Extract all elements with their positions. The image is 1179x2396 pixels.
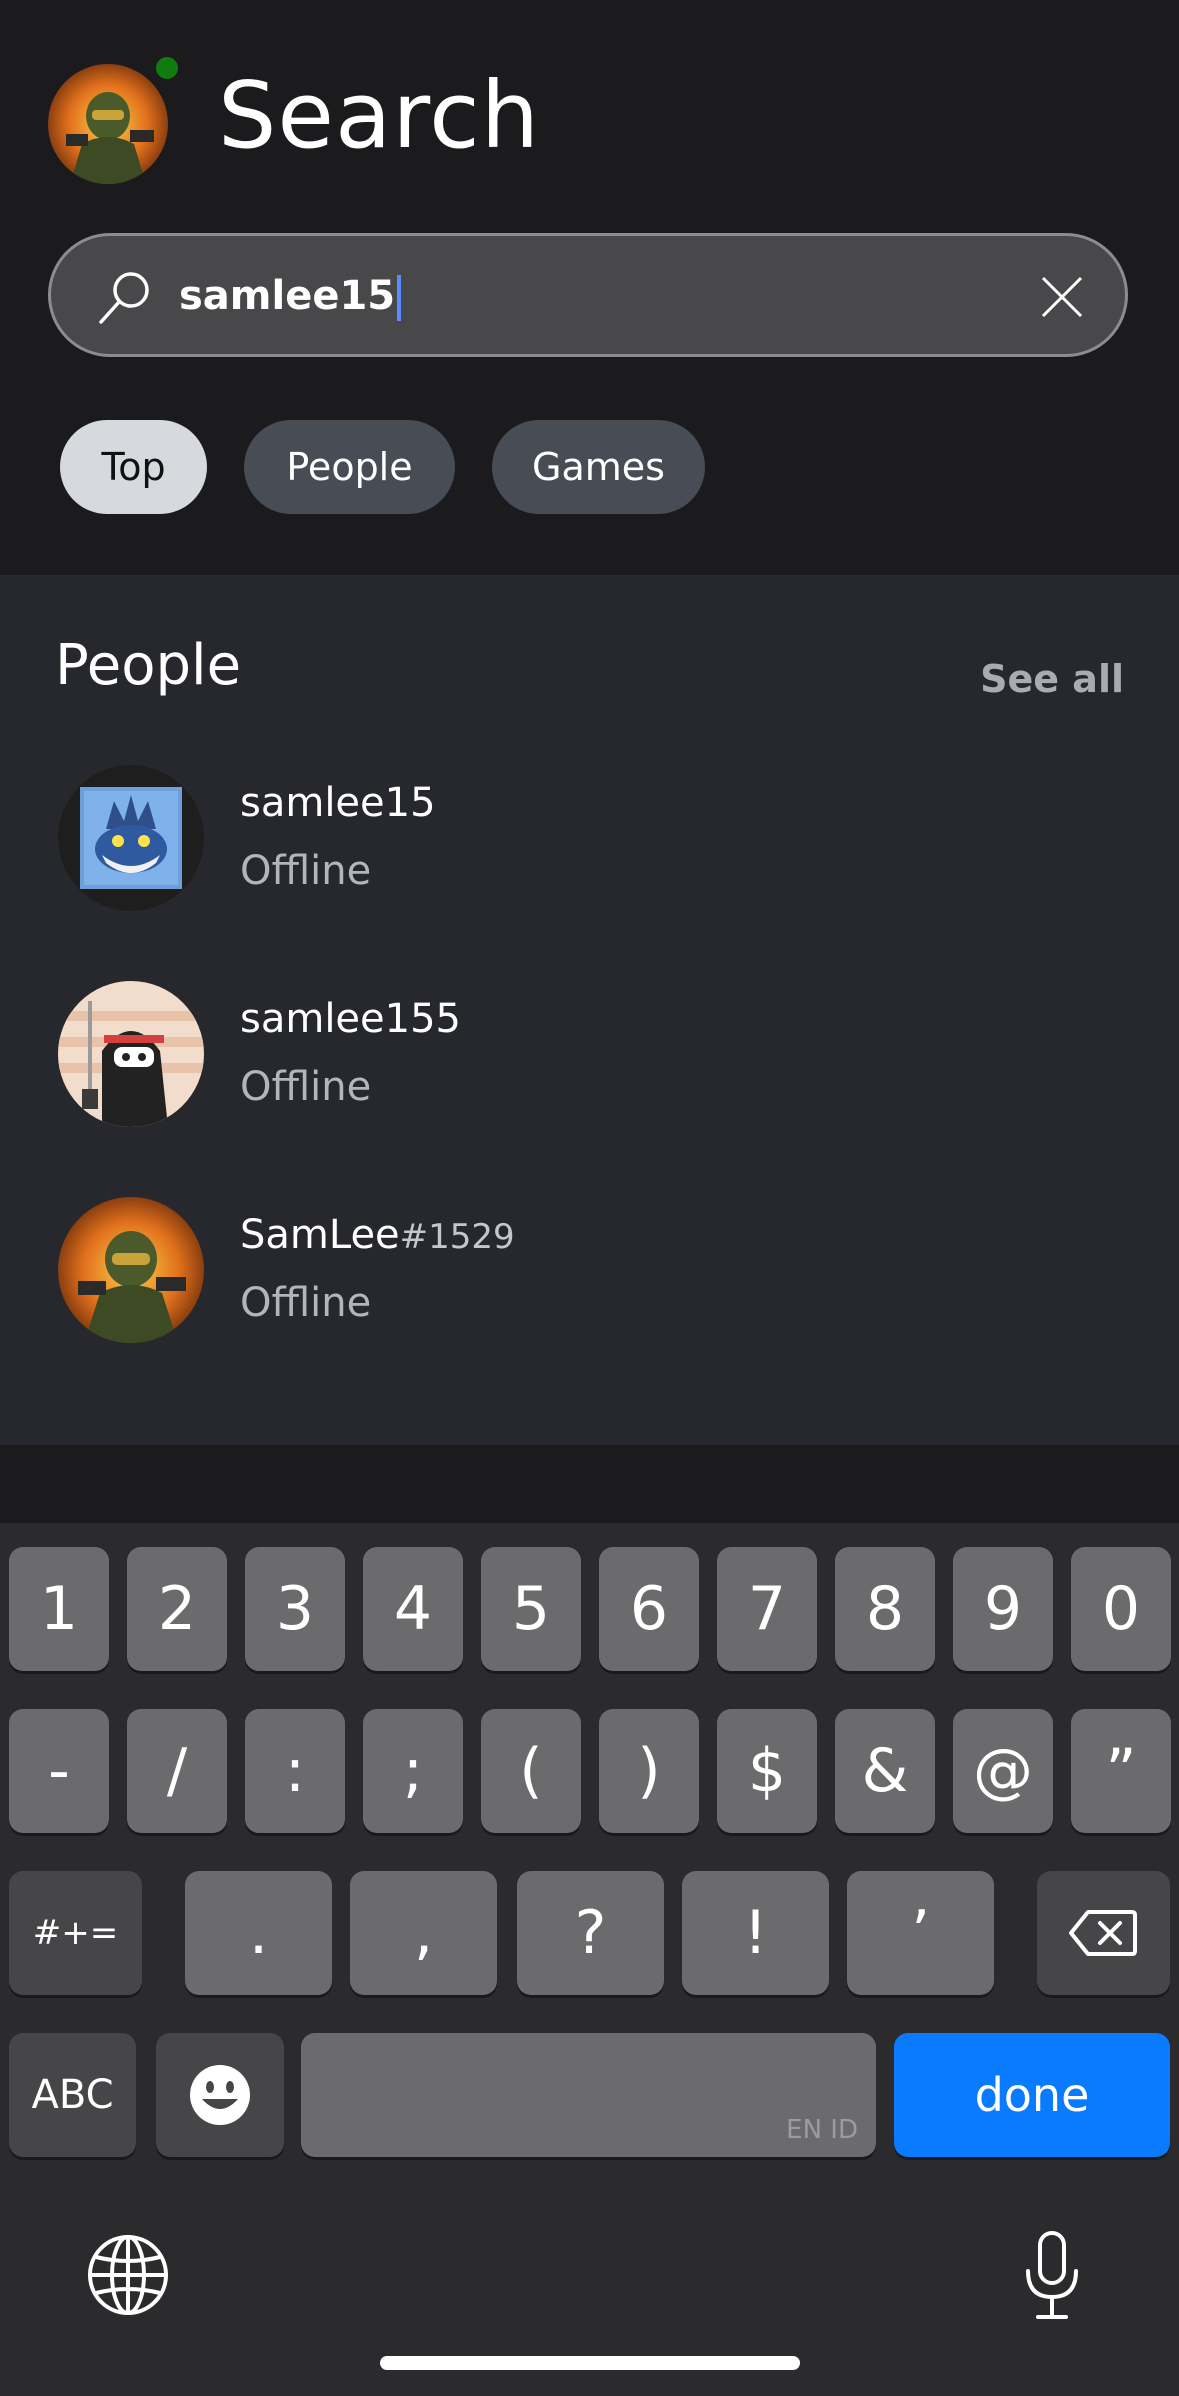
search-bar[interactable]: samlee15 bbox=[48, 233, 1128, 357]
key-comma[interactable]: , bbox=[350, 1871, 497, 1995]
emoji-key[interactable] bbox=[156, 2033, 284, 2157]
search-input[interactable]: samlee15 bbox=[179, 271, 402, 321]
close-icon[interactable] bbox=[1037, 272, 1087, 322]
section-divider bbox=[0, 1445, 1179, 1523]
page-title: Search bbox=[218, 62, 541, 169]
emoji-icon bbox=[190, 2065, 250, 2125]
key-6[interactable]: 6 bbox=[599, 1547, 699, 1671]
key-quote[interactable]: ” bbox=[1071, 1709, 1171, 1833]
key-apostrophe[interactable]: ’ bbox=[847, 1871, 994, 1995]
search-icon bbox=[99, 272, 149, 324]
key-exclamation[interactable]: ! bbox=[682, 1871, 829, 1995]
key-semicolon[interactable]: ; bbox=[363, 1709, 463, 1833]
online-status-dot bbox=[153, 54, 181, 82]
filter-chip-top[interactable]: Top bbox=[60, 420, 207, 514]
key-1[interactable]: 1 bbox=[9, 1547, 109, 1671]
section-title: People bbox=[55, 633, 242, 698]
key-colon[interactable]: : bbox=[245, 1709, 345, 1833]
person-name: SamLee#1529 bbox=[240, 1212, 515, 1258]
key-at[interactable]: @ bbox=[953, 1709, 1053, 1833]
text-cursor bbox=[397, 275, 402, 321]
key-8[interactable]: 8 bbox=[835, 1547, 935, 1671]
search-input-value: samlee15 bbox=[179, 273, 396, 319]
person-name: samlee155 bbox=[240, 996, 461, 1042]
keyboard: 1 2 3 4 5 6 7 8 9 0 - / : ; ( ) $ & @ ” … bbox=[0, 1523, 1179, 2396]
person-avatar bbox=[58, 765, 204, 911]
filter-chip-games[interactable]: Games bbox=[492, 420, 705, 514]
person-result-row[interactable]: samlee15 Offline bbox=[0, 725, 1179, 925]
see-all-link[interactable]: See all bbox=[980, 657, 1124, 701]
key-dollar[interactable]: $ bbox=[717, 1709, 817, 1833]
key-close-paren[interactable]: ) bbox=[599, 1709, 699, 1833]
abc-key[interactable]: ABC bbox=[9, 2033, 136, 2157]
globe-icon[interactable] bbox=[86, 2233, 170, 2317]
person-avatar bbox=[58, 1197, 204, 1343]
key-2[interactable]: 2 bbox=[127, 1547, 227, 1671]
key-4[interactable]: 4 bbox=[363, 1547, 463, 1671]
more-symbols-key[interactable]: #+= bbox=[9, 1871, 142, 1995]
key-hyphen[interactable]: - bbox=[9, 1709, 109, 1833]
microphone-icon[interactable] bbox=[1022, 2229, 1082, 2323]
key-open-paren[interactable]: ( bbox=[481, 1709, 581, 1833]
key-ampersand[interactable]: & bbox=[835, 1709, 935, 1833]
person-result-row[interactable]: samlee155 Offline bbox=[0, 941, 1179, 1141]
done-key[interactable]: done bbox=[894, 2033, 1170, 2157]
header: Search samlee15 Top People Games bbox=[0, 0, 1179, 575]
person-result-row[interactable]: SamLee#1529 Offline bbox=[0, 1157, 1179, 1357]
key-0[interactable]: 0 bbox=[1071, 1547, 1171, 1671]
filter-chip-people[interactable]: People bbox=[244, 420, 455, 514]
key-question[interactable]: ? bbox=[517, 1871, 664, 1995]
people-section: People See all samlee15 Offline samlee15… bbox=[0, 575, 1179, 1445]
home-indicator[interactable] bbox=[380, 2356, 800, 2370]
key-3[interactable]: 3 bbox=[245, 1547, 345, 1671]
person-status: Offline bbox=[240, 1280, 372, 1326]
profile-avatar[interactable] bbox=[48, 64, 168, 184]
backspace-icon bbox=[1069, 1910, 1137, 1956]
backspace-key[interactable] bbox=[1037, 1871, 1170, 1995]
key-period[interactable]: . bbox=[185, 1871, 332, 1995]
person-status: Offline bbox=[240, 1064, 372, 1110]
space-key[interactable]: EN ID bbox=[301, 2033, 876, 2157]
key-5[interactable]: 5 bbox=[481, 1547, 581, 1671]
key-7[interactable]: 7 bbox=[717, 1547, 817, 1671]
person-name: samlee15 bbox=[240, 780, 436, 826]
key-slash[interactable]: / bbox=[127, 1709, 227, 1833]
person-status: Offline bbox=[240, 848, 372, 894]
person-avatar bbox=[58, 981, 204, 1127]
key-9[interactable]: 9 bbox=[953, 1547, 1053, 1671]
keyboard-language-label: EN ID bbox=[786, 2115, 858, 2145]
